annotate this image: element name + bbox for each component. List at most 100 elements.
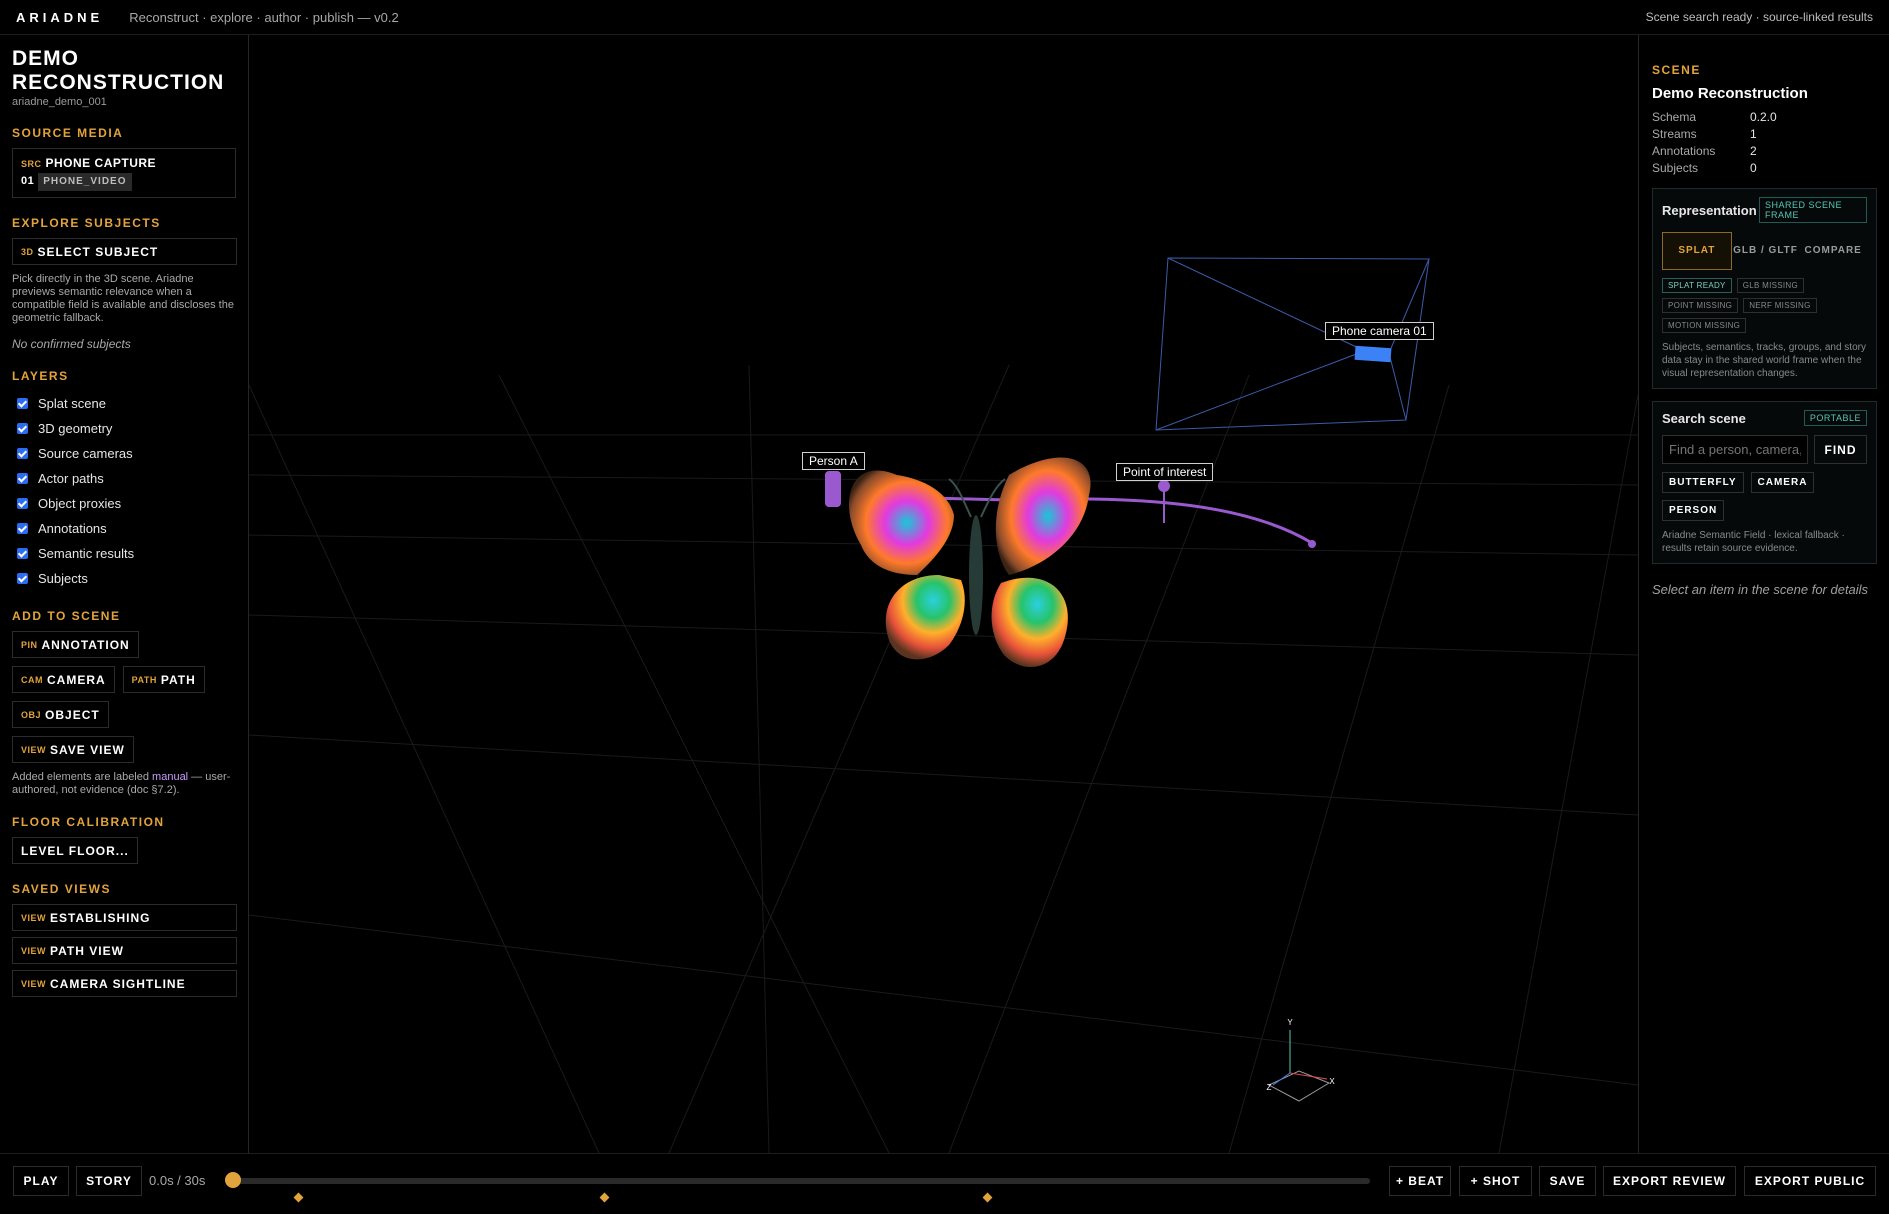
poi-label[interactable]: Point of interest [1116, 463, 1214, 481]
checkbox-checked[interactable] [17, 523, 28, 534]
layer-annotations[interactable]: Annotations [12, 516, 236, 541]
checkbox-checked[interactable] [17, 473, 28, 484]
gizmo-y-label: Y [1287, 1018, 1293, 1027]
export-review-button[interactable]: EXPORT REVIEW [1603, 1166, 1736, 1196]
suggestion-chip[interactable]: BUTTERFLY [1662, 472, 1744, 493]
playhead-handle[interactable] [225, 1172, 241, 1188]
meta-value: 1 [1750, 126, 1757, 141]
suggestion-chip[interactable]: PERSON [1662, 500, 1725, 521]
add-object-button[interactable]: OBJ OBJECT [12, 701, 109, 728]
representation-status-list: SPLAT READY GLB MISSING POINT MISSING NE… [1662, 278, 1867, 333]
layer-3d-geometry[interactable]: 3D geometry [12, 416, 236, 441]
status-badge: SPLAT READY [1662, 278, 1732, 293]
meta-value: 0 [1750, 160, 1757, 175]
add-object-label: OBJECT [45, 707, 100, 722]
layer-object-proxies[interactable]: Object proxies [12, 491, 236, 516]
checkbox-checked[interactable] [17, 573, 28, 584]
scene-heading: SCENE [1652, 63, 1701, 77]
layer-actor-paths[interactable]: Actor paths [12, 466, 236, 491]
level-floor-button[interactable]: LEVEL FLOOR... [12, 837, 138, 864]
suggestion-chip[interactable]: CAMERA [1750, 472, 1815, 493]
save-button[interactable]: SAVE [1539, 1166, 1596, 1196]
phone-camera-proxy [1354, 345, 1392, 363]
representation-note: Subjects, semantics, tracks, groups, and… [1662, 342, 1866, 379]
3d-keyword: 3D [21, 246, 34, 257]
export-public-button[interactable]: EXPORT PUBLIC [1744, 1166, 1876, 1196]
path-keyword: PATH [131, 674, 157, 685]
save-view-button[interactable]: VIEW SAVE VIEW [12, 736, 134, 763]
tab-glb-gltf[interactable]: GLB / GLTF [1732, 232, 1800, 270]
checkbox-checked[interactable] [17, 398, 28, 409]
tab-splat[interactable]: SPLAT [1662, 232, 1732, 270]
search-title: Search scene [1662, 410, 1746, 426]
scene-canvas[interactable]: Y X Z [249, 35, 1638, 1153]
saved-view-establishing[interactable]: VIEW ESTABLISHING [12, 904, 237, 931]
source-type-tag: PHONE_VIDEO [38, 173, 132, 191]
add-beat-button[interactable]: + BEAT [1389, 1166, 1451, 1196]
tab-compare[interactable]: COMPARE [1799, 232, 1867, 270]
poi-pin [1158, 480, 1170, 492]
meta-key: Schema [1652, 109, 1697, 124]
layers-heading: LAYERS [12, 369, 69, 383]
search-input[interactable] [1662, 435, 1808, 464]
layer-label: 3D geometry [38, 421, 113, 436]
person-a-proxy [825, 471, 841, 507]
layers-list: Splat scene 3D geometry Source cameras A… [12, 391, 236, 591]
view-keyword: VIEW [21, 744, 47, 755]
layer-splat-scene[interactable]: Splat scene [12, 391, 236, 416]
find-button[interactable]: FIND [1814, 435, 1867, 464]
layer-subjects[interactable]: Subjects [12, 566, 236, 591]
checkbox-checked[interactable] [17, 498, 28, 509]
gizmo-z-label: Z [1267, 1083, 1272, 1092]
person-a-label[interactable]: Person A [802, 452, 865, 470]
layer-source-cameras[interactable]: Source cameras [12, 441, 236, 466]
right-panel: SCENE Demo Reconstruction Schema 0.2.0 St… [1638, 35, 1889, 1153]
add-annotation-button[interactable]: PIN ANNOTATION [12, 631, 139, 658]
checkbox-checked[interactable] [17, 548, 28, 559]
source-index: 01 [21, 175, 35, 187]
meta-value: 0.2.0 [1750, 109, 1777, 124]
add-shot-button[interactable]: + SHOT [1459, 1166, 1532, 1196]
select-subject-button[interactable]: 3D SELECT SUBJECT [12, 238, 237, 265]
obj-keyword: OBJ [21, 709, 42, 720]
scene-meta: Schema 0.2.0 Streams 1 Annotations 2 Subjec… [1652, 108, 1877, 176]
app-brand: ARIADNE [16, 9, 104, 25]
pin-keyword: PIN [21, 639, 38, 650]
view-keyword: VIEW [21, 945, 47, 956]
top-bar: ARIADNE Reconstruct · explore · author ·… [0, 0, 1889, 35]
source-media-item[interactable]: SRC PHONE CAPTURE 01 PHONE_VIDEO [12, 148, 236, 198]
timeline-track[interactable] [233, 1178, 1370, 1184]
add-path-button[interactable]: PATH PATH [122, 666, 205, 693]
add-camera-button[interactable]: CAM CAMERA [12, 666, 115, 693]
source-label: PHONE CAPTURE [45, 156, 157, 170]
meta-key: Streams [1652, 126, 1697, 141]
status-badge: GLB MISSING [1736, 278, 1805, 293]
saved-view-camera-sightline[interactable]: VIEW CAMERA SIGHTLINE [12, 970, 237, 997]
layer-semantic-results[interactable]: Semantic results [12, 541, 236, 566]
phone-camera-label[interactable]: Phone camera 01 [1325, 322, 1434, 340]
project-id: ariadne_demo_001 [12, 96, 107, 108]
saved-views-heading: SAVED VIEWS [12, 882, 111, 896]
floor-calibration-heading: FLOOR CALIBRATION [12, 815, 165, 829]
camera-frustum [1155, 257, 1430, 431]
representation-tabs: SPLAT GLB / GLTF COMPARE [1662, 232, 1867, 270]
saved-view-path[interactable]: VIEW PATH VIEW [12, 937, 237, 964]
project-title: DEMO RECONSTRUCTION [12, 47, 225, 94]
layer-label: Object proxies [38, 496, 122, 511]
layer-label: Semantic results [38, 546, 135, 561]
saved-view-label: ESTABLISHING [50, 910, 151, 925]
saved-view-label: PATH VIEW [50, 943, 124, 958]
layer-label: Annotations [38, 521, 107, 536]
play-button[interactable]: PLAY [13, 1166, 69, 1196]
status-badge: POINT MISSING [1662, 298, 1739, 313]
checkbox-checked[interactable] [17, 423, 28, 434]
scene-viewport[interactable]: Y X Z Person A Point of interest Phone c… [249, 35, 1638, 1153]
cam-keyword: CAM [21, 674, 43, 685]
story-button[interactable]: STORY [76, 1166, 142, 1196]
checkbox-checked[interactable] [17, 448, 28, 459]
meta-value: 2 [1750, 143, 1757, 158]
status-badge: MOTION MISSING [1662, 318, 1747, 333]
timeline-beat-marker[interactable] [293, 1192, 304, 1203]
timeline-beat-marker[interactable] [982, 1192, 993, 1203]
timeline-beat-marker[interactable] [599, 1192, 610, 1203]
